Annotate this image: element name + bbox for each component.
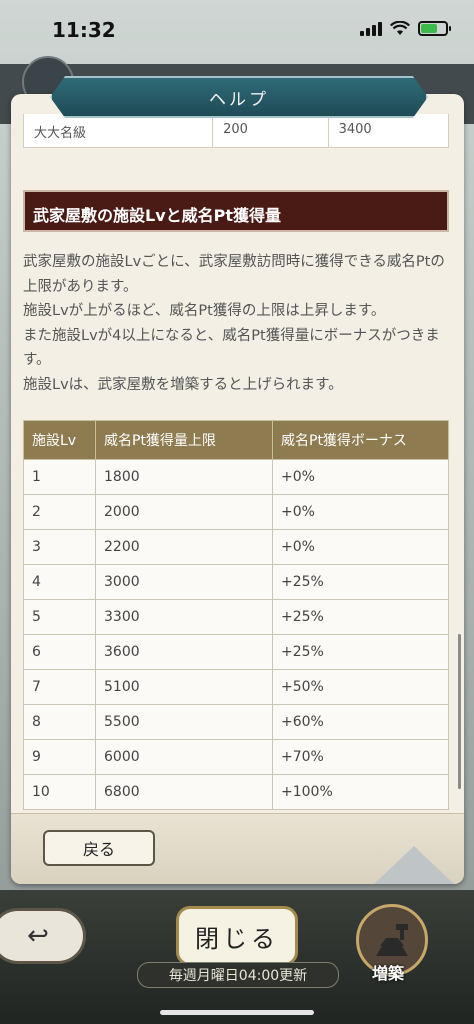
table-cell: 200: [213, 114, 329, 147]
facility-level-table: 施設Lv 威名Pt獲得量上限 威名Pt獲得ボーナス 1 1800 +0% 2 2000…: [23, 420, 449, 810]
column-header-bonus: 威名Pt獲得ボーナス: [272, 420, 449, 460]
clock: 11:32: [52, 18, 116, 42]
bonus-cell: +25%: [272, 599, 449, 635]
bonus-cell: +25%: [272, 634, 449, 670]
bonus-cell: +0%: [272, 459, 449, 495]
cap-cell: 2000: [95, 494, 273, 530]
cap-cell: 3600: [95, 634, 273, 670]
level-cell: 5: [23, 599, 96, 635]
status-bar: 11:32: [0, 0, 474, 58]
table-row: 4 3000 +25%: [23, 564, 449, 600]
bottom-bar: ↩ 閉じる 毎週月曜日04:00更新 増築: [0, 890, 474, 1024]
cap-cell: 2200: [95, 529, 273, 565]
description-line: 武家屋敷の施設Lvごとに、武家屋敷訪問時に獲得できる威名Ptの上限があります。: [23, 254, 445, 295]
table-row: 9 6000 +70%: [23, 739, 449, 775]
help-dialog: 大大名級 200 3400 武家屋敷の施設Lvと威名Pt獲得量 武家屋敷の施設L…: [11, 94, 464, 884]
cap-cell: 6000: [95, 739, 273, 775]
level-cell: 1: [23, 459, 96, 495]
dialog-title: ヘルプ: [209, 89, 269, 110]
back-button[interactable]: 戻る: [43, 830, 155, 866]
bonus-cell: +50%: [272, 669, 449, 705]
level-cell: 8: [23, 704, 96, 740]
cap-cell: 5100: [95, 669, 273, 705]
return-arrow-icon: ↩: [27, 921, 49, 951]
bonus-cell: +0%: [272, 529, 449, 565]
cap-cell: 3300: [95, 599, 273, 635]
return-button[interactable]: ↩: [0, 908, 86, 964]
level-cell: 6: [23, 634, 96, 670]
section-description: 武家屋敷の施設Lvごとに、武家屋敷訪問時に獲得できる威名Ptの上限があります。 …: [23, 250, 449, 397]
wifi-icon: [390, 20, 410, 35]
cap-cell: 5500: [95, 704, 273, 740]
table-cell: 大大名級: [24, 114, 214, 147]
dialog-footer: 戻る: [11, 813, 464, 884]
dialog-title-banner: ヘルプ: [50, 76, 428, 118]
table-header-row: 施設Lv 威名Pt獲得量上限 威名Pt獲得ボーナス: [23, 420, 449, 460]
column-header-level: 施設Lv: [23, 420, 96, 460]
table-row: 2 2000 +0%: [23, 494, 449, 530]
bonus-cell: +70%: [272, 739, 449, 775]
description-line: また施設Lvが4以上になると、威名Pt獲得量にボーナスがつきます。: [23, 327, 440, 369]
status-icons: [360, 20, 451, 36]
cap-cell: 3000: [95, 564, 273, 600]
table-row: 6 3600 +25%: [23, 634, 449, 670]
table-row: 8 5500 +60%: [23, 704, 449, 740]
cap-cell: 1800: [95, 459, 273, 495]
bonus-cell: +60%: [272, 704, 449, 740]
level-cell: 3: [23, 529, 96, 565]
weekly-update-note: 毎週月曜日04:00更新: [137, 962, 339, 988]
close-button[interactable]: 閉じる: [176, 906, 298, 966]
bonus-cell: +25%: [272, 564, 449, 600]
home-indicator[interactable]: [160, 1010, 314, 1015]
level-cell: 4: [23, 564, 96, 600]
cellular-signal-icon: [360, 20, 382, 36]
scrollbar-thumb[interactable]: [458, 634, 461, 789]
level-cell: 9: [23, 739, 96, 775]
table-row: 3 2200 +0%: [23, 529, 449, 565]
table-cell: 3400: [338, 122, 372, 137]
bonus-cell: +100%: [272, 774, 449, 810]
table-row: 7 5100 +50%: [23, 669, 449, 705]
mountain-decoration-icon: [374, 846, 454, 884]
description-line: 施設Lvが上がるほど、威名Pt獲得の上限は上昇します。: [23, 303, 386, 319]
description-line: 施設Lvは、武家屋敷を増築すると上げられます。: [23, 376, 343, 393]
build-label: 増築: [372, 964, 405, 983]
level-cell: 2: [23, 494, 96, 530]
level-cell: 7: [23, 669, 96, 705]
table-row: 5 3300 +25%: [23, 599, 449, 635]
battery-icon: [418, 20, 451, 36]
level-cell: 10: [23, 774, 96, 810]
cap-cell: 6800: [95, 774, 273, 810]
section-heading: 武家屋敷の施設Lvと威名Pt獲得量: [23, 190, 449, 232]
previous-table-row: 大大名級 200 3400: [23, 114, 449, 148]
bonus-cell: +0%: [272, 494, 449, 530]
hammer-building-icon: [376, 924, 408, 956]
table-row: 1 1800 +0%: [23, 459, 449, 495]
table-row: 10 6800 +100%: [23, 774, 449, 810]
column-header-cap: 威名Pt獲得量上限: [95, 420, 273, 460]
